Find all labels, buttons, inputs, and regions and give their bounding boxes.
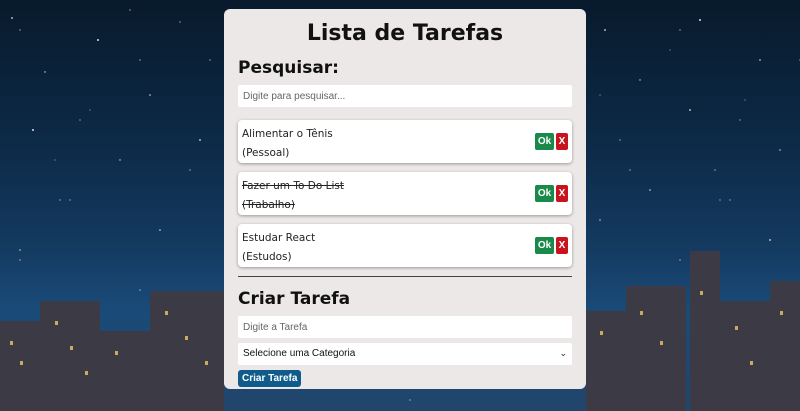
todo-item: Estudar React (Estudos) Ok X <box>238 224 572 267</box>
todo-text: Alimentar o Tênis <box>242 128 333 140</box>
create-heading: Criar Tarefa <box>238 289 351 309</box>
todo-item: Alimentar o Tênis (Pessoal) Ok X <box>238 120 572 163</box>
category-select[interactable]: Selecione uma Categoria ⌄ <box>238 343 572 365</box>
todo-category: (Trabalho) <box>242 199 295 211</box>
search-input[interactable] <box>238 85 572 107</box>
complete-button[interactable]: Ok <box>535 237 554 254</box>
todo-text: Estudar React <box>242 232 316 244</box>
complete-button[interactable]: Ok <box>535 133 554 150</box>
task-input[interactable] <box>238 316 572 338</box>
todo-category: (Estudos) <box>242 251 292 263</box>
chevron-down-icon: ⌄ <box>559 348 567 358</box>
remove-button[interactable]: X <box>556 133 568 150</box>
todo-list: Alimentar o Tênis (Pessoal) Ok X Fazer u… <box>238 120 572 267</box>
todo-app-card: Lista de Tarefas Pesquisar: Alimentar o … <box>224 9 586 389</box>
todo-category: (Pessoal) <box>242 147 290 159</box>
section-divider <box>238 276 572 277</box>
category-select-value: Selecione uma Categoria <box>243 348 356 359</box>
todo-item: Fazer um To Do List (Trabalho) Ok X <box>238 172 572 215</box>
page-title: Lista de Tarefas <box>306 21 504 46</box>
remove-button[interactable]: X <box>556 237 568 254</box>
search-heading: Pesquisar: <box>238 58 339 78</box>
create-task-button[interactable]: Criar Tarefa <box>238 370 302 387</box>
todo-text: Fazer um To Do List <box>242 180 344 192</box>
remove-button[interactable]: X <box>556 185 568 202</box>
complete-button[interactable]: Ok <box>535 185 554 202</box>
